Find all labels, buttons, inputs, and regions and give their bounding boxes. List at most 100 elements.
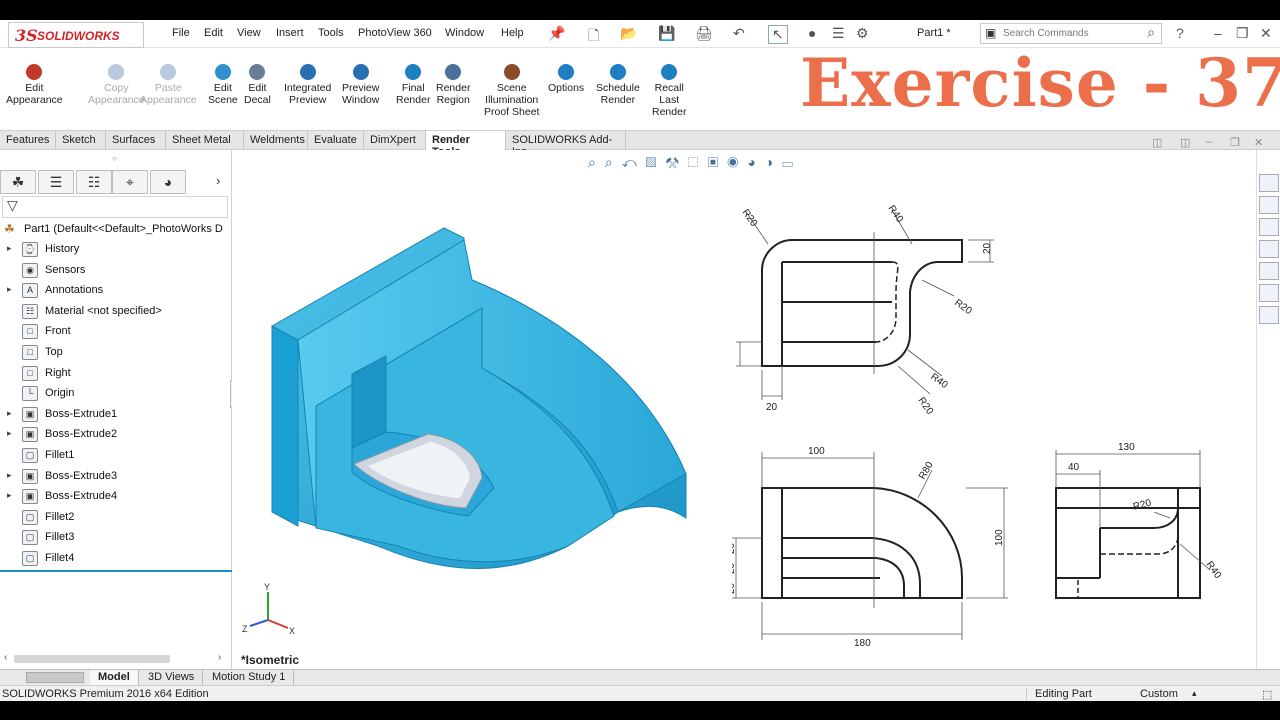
viewport-minimize-icon[interactable]: – xyxy=(1206,136,1212,148)
dynamic-annotation-icon[interactable]: ⚒ xyxy=(665,154,687,170)
filter-icon[interactable]: ▽ xyxy=(7,197,18,213)
new-document-icon[interactable]: 🗋 xyxy=(588,25,599,49)
save-icon[interactable]: 💾 xyxy=(658,25,675,42)
tree-item-annotations[interactable]: ▸ A Annotations xyxy=(0,281,232,301)
restore-icon[interactable]: ❐ xyxy=(1236,25,1249,42)
menu-edit[interactable]: Edit xyxy=(204,27,223,39)
settings-gear-icon[interactable]: ⚙ xyxy=(856,25,869,42)
menu-view[interactable]: View xyxy=(237,27,261,39)
appearances-icon[interactable] xyxy=(1259,262,1279,280)
design-library-icon[interactable] xyxy=(1259,196,1279,214)
select-icon[interactable]: ↖ xyxy=(768,25,788,44)
tab-model[interactable]: Model xyxy=(90,670,139,685)
menu-tools[interactable]: Tools xyxy=(318,27,344,39)
edit-appearance-button[interactable]: Edit Appearance xyxy=(6,64,63,106)
tree-item-boss-extrude4[interactable]: ▸ ▣ Boss-Extrude4 xyxy=(0,487,232,507)
tree-item-fillet4[interactable]: ▢ Fillet4 xyxy=(0,549,232,569)
tree-item-boss-extrude1[interactable]: ▸ ▣ Boss-Extrude1 xyxy=(0,405,232,425)
custom-properties-icon[interactable] xyxy=(1259,284,1279,302)
tree-item-right[interactable]: □ Right xyxy=(0,364,232,384)
print-icon[interactable]: 🖨 xyxy=(695,25,713,42)
tab-scroll-arrows-icon[interactable] xyxy=(26,672,84,683)
menu-photoview[interactable]: PhotoView 360 xyxy=(358,27,432,39)
previous-view-icon[interactable]: ↶ xyxy=(622,154,646,170)
view-orientation-icon[interactable]: ⬚ xyxy=(688,154,708,170)
scene-illumination-button[interactable]: Scene Illumination Proof Sheet xyxy=(484,64,539,118)
expand-arrow-icon[interactable]: ▸ xyxy=(7,284,12,295)
tree-item-boss-extrude2[interactable]: ▸ ▣ Boss-Extrude2 xyxy=(0,425,232,445)
viewport-split-right-icon[interactable]: ◫ xyxy=(1180,136,1190,149)
recall-render-button[interactable]: Recall Last Render xyxy=(652,64,686,118)
options-button[interactable]: Options xyxy=(548,64,584,94)
tab-motion-study[interactable]: Motion Study 1 xyxy=(204,670,295,685)
tree-item-material-not-specified[interactable]: ☷ Material <not specified> xyxy=(0,302,232,322)
expand-arrow-icon[interactable]: ▸ xyxy=(7,428,12,439)
units-arrow-icon[interactable]: ▴ xyxy=(1192,688,1197,699)
view-settings-icon[interactable]: ▭ xyxy=(782,154,802,170)
rollback-bar[interactable] xyxy=(0,570,232,572)
scroll-left-icon[interactable]: ‹ xyxy=(4,652,7,663)
scroll-right-icon[interactable]: › xyxy=(218,652,221,663)
display-style-icon[interactable]: ▣ xyxy=(708,154,728,170)
units-selector[interactable]: Custom xyxy=(1140,688,1178,700)
tree-item-history[interactable]: ▸ ⌚ History xyxy=(0,240,232,260)
tree-item-fillet1[interactable]: ▢ Fillet1 xyxy=(0,446,232,466)
tree-item-fillet2[interactable]: ▢ Fillet2 xyxy=(0,508,232,528)
hide-show-icon[interactable]: ◉ xyxy=(727,154,747,170)
render-region-button[interactable]: Render Region xyxy=(436,64,470,106)
preview-window-button[interactable]: Preview Window xyxy=(342,64,379,106)
zoom-area-icon[interactable]: ⌕ xyxy=(605,154,622,170)
menu-file[interactable]: File xyxy=(172,27,190,39)
tree-filter[interactable]: ▽ xyxy=(2,196,228,218)
tab-3d-views[interactable]: 3D Views xyxy=(140,670,204,685)
menu-window[interactable]: Window xyxy=(445,27,484,39)
tree-item-fillet3[interactable]: ▢ Fillet3 xyxy=(0,528,232,548)
property-manager-icon[interactable]: ☰ xyxy=(38,170,74,194)
viewport-split-left-icon[interactable]: ◫ xyxy=(1152,136,1162,149)
integrated-preview-button[interactable]: Integrated Preview xyxy=(284,64,331,106)
feature-tree-icon[interactable]: ☘ xyxy=(0,170,36,194)
status-options-icon[interactable]: ⬚ xyxy=(1262,688,1272,701)
expand-arrow-icon[interactable]: ▸ xyxy=(7,243,12,254)
tree-item-top[interactable]: □ Top xyxy=(0,343,232,363)
tab-sketch[interactable]: Sketch xyxy=(56,131,106,150)
minimize-icon[interactable]: – xyxy=(1214,25,1222,41)
tab-render-tools[interactable]: Render Tools xyxy=(426,131,506,158)
display-manager-icon[interactable]: ◕ xyxy=(150,170,186,194)
edit-decal-button[interactable]: Edit Decal xyxy=(244,64,271,106)
copy-appearance-button[interactable]: Copy Appearance xyxy=(88,64,145,106)
help-icon[interactable]: ? xyxy=(1176,25,1184,41)
view-palette-icon[interactable] xyxy=(1259,240,1279,258)
final-render-button[interactable]: Final Render xyxy=(396,64,430,106)
file-properties-icon[interactable]: ☰ xyxy=(832,25,845,42)
panel-handle-icon[interactable]: ○ xyxy=(112,154,117,163)
menu-help[interactable]: Help xyxy=(501,27,524,39)
file-explorer-icon[interactable] xyxy=(1259,218,1279,236)
tree-item-sensors[interactable]: ◉ Sensors xyxy=(0,261,232,281)
edit-appearance-view-icon[interactable]: ◕ xyxy=(747,154,764,170)
apply-scene-icon[interactable]: ◑ xyxy=(765,154,782,170)
home-icon[interactable] xyxy=(1259,174,1279,192)
forum-icon[interactable] xyxy=(1259,306,1279,324)
edit-scene-button[interactable]: Edit Scene xyxy=(208,64,238,106)
expand-arrow-icon[interactable]: ▸ xyxy=(7,470,12,481)
horizontal-scrollbar[interactable] xyxy=(14,655,170,663)
viewport-close-icon[interactable]: ✕ xyxy=(1254,136,1263,149)
tree-item-origin[interactable]: └ Origin xyxy=(0,384,232,404)
paste-appearance-button[interactable]: Paste Appearance xyxy=(140,64,197,106)
dimxpert-manager-icon[interactable]: ⌖ xyxy=(112,170,148,194)
tab-surfaces[interactable]: Surfaces xyxy=(106,131,166,150)
solidworks-logo[interactable]: 3S SOLIDWORKS xyxy=(8,22,144,48)
search-icon[interactable]: ⌕ xyxy=(1147,24,1155,41)
configuration-manager-icon[interactable]: ☷ xyxy=(76,170,112,194)
chevron-right-icon[interactable]: › xyxy=(216,173,220,188)
close-icon[interactable]: ✕ xyxy=(1260,25,1272,42)
expand-arrow-icon[interactable]: ▸ xyxy=(7,408,12,419)
tab-weldments[interactable]: Weldments xyxy=(244,131,308,150)
tree-item-boss-extrude3[interactable]: ▸ ▣ Boss-Extrude3 xyxy=(0,467,232,487)
schedule-render-button[interactable]: Schedule Render xyxy=(596,64,640,106)
open-icon[interactable]: 📂 xyxy=(620,25,637,42)
pin-icon[interactable]: 📌 xyxy=(548,25,565,42)
tab-sheet-metal[interactable]: Sheet Metal xyxy=(166,131,244,150)
tree-root[interactable]: ☘ Part1 (Default<<Default>_PhotoWorks D xyxy=(0,220,232,240)
